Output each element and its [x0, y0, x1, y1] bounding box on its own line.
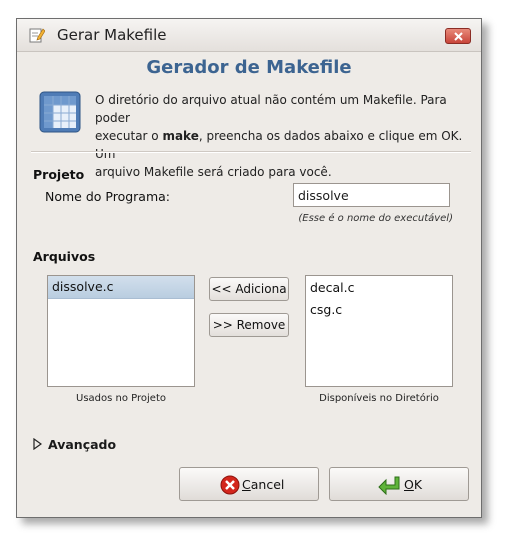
ok-button[interactable]: OK [329, 467, 469, 501]
program-name-hint: (Esse é o nome do executável) [298, 213, 453, 224]
separator [31, 151, 471, 153]
ok-label: OK [404, 477, 422, 492]
list-item[interactable]: dissolve.c [48, 276, 194, 299]
ok-label-rest: K [413, 477, 423, 492]
cancel-icon [220, 475, 240, 498]
cancel-label: Cancel [242, 477, 284, 492]
window-title: Gerar Makefile [57, 26, 167, 44]
dialog-heading: Gerador de Makefile [146, 57, 352, 78]
return-arrow-icon [378, 475, 400, 498]
close-icon [454, 32, 463, 41]
used-files-list[interactable]: dissolve.c [47, 275, 195, 387]
remove-button[interactable]: >> Remove [209, 313, 289, 337]
triangle-right-icon [33, 437, 43, 451]
info-line-2: executar o make, preencha os dados abaix… [95, 127, 475, 163]
program-name-label: Nome do Programa: [45, 189, 171, 204]
files-section-label: Arquivos [33, 249, 96, 264]
advanced-expander[interactable]: Avançado [33, 437, 116, 452]
used-files-caption: Usados no Projeto [76, 393, 166, 404]
grid-document-icon [39, 91, 81, 133]
info-make-word: make [162, 129, 199, 143]
available-files-caption: Disponíveis no Diretório [319, 393, 439, 404]
info-line-1: O diretório do arquivo atual não contém … [95, 93, 447, 125]
info-line-2-pre: executar o [95, 129, 163, 143]
program-name-input[interactable]: dissolve [293, 183, 450, 207]
cancel-mnemonic: C [242, 477, 251, 492]
list-item[interactable]: decal.c [306, 277, 452, 299]
titlebar[interactable]: Gerar Makefile [17, 19, 481, 52]
available-files-list[interactable]: decal.c csg.c [305, 275, 453, 387]
ok-mnemonic: O [404, 477, 414, 492]
close-button[interactable] [445, 28, 471, 44]
edit-icon [29, 27, 46, 43]
info-line-3: arquivo Makefile será criado para você. [95, 165, 332, 179]
list-item[interactable]: csg.c [306, 299, 452, 321]
project-section-label: Projeto [33, 167, 85, 182]
add-button[interactable]: << Adiciona [209, 277, 289, 301]
dialog-window: Gerar Makefile Gerador de Makefile O dir… [16, 18, 482, 518]
advanced-label: Avançado [48, 437, 117, 452]
info-message: O diretório do arquivo atual não contém … [95, 91, 475, 181]
cancel-button[interactable]: Cancel [179, 467, 319, 501]
cancel-label-rest: ancel [250, 477, 285, 492]
